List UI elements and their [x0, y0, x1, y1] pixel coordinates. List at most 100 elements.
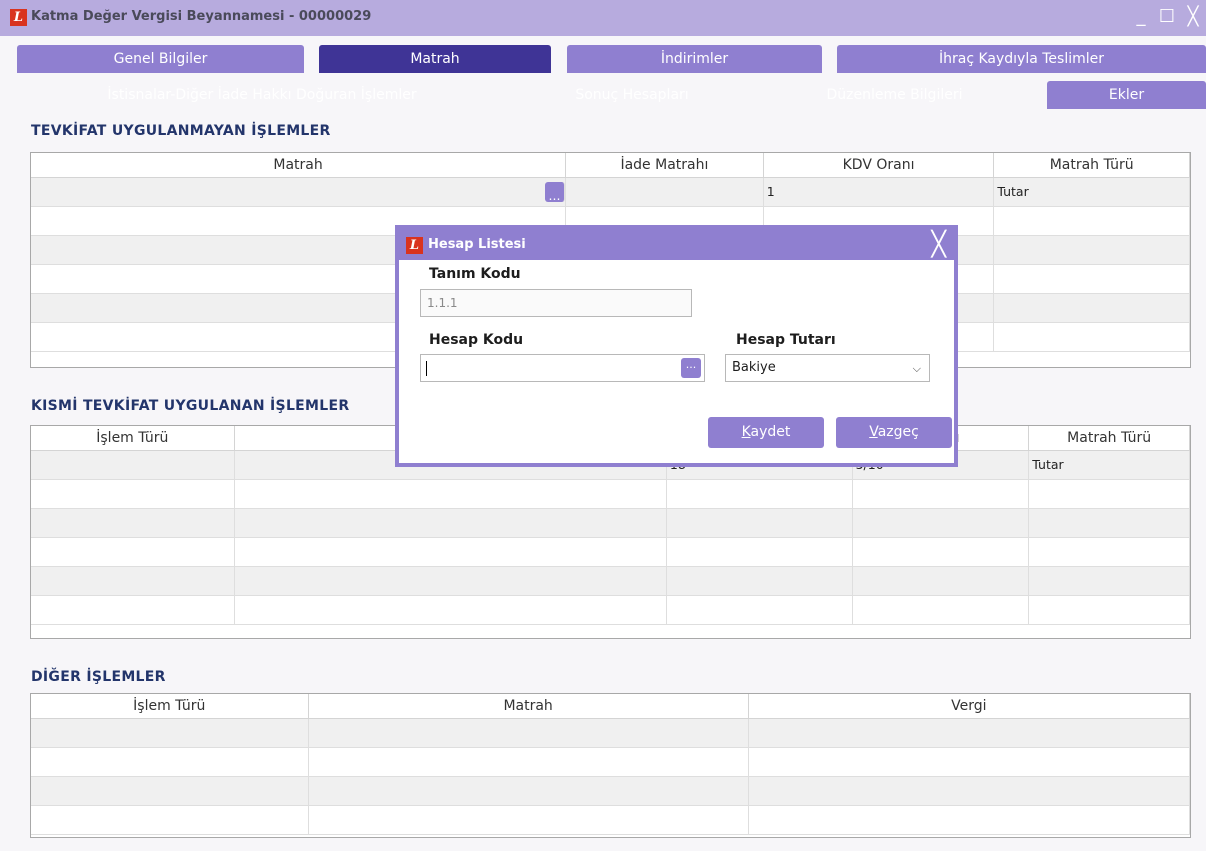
col-header-islem-turu[interactable]: İşlem Türü [31, 426, 235, 450]
cell[interactable] [31, 777, 309, 805]
cell[interactable] [309, 777, 749, 805]
cell[interactable] [31, 596, 235, 624]
cell[interactable] [667, 596, 853, 624]
table-header: İşlem Türü Matrah Vergi [31, 694, 1190, 719]
cell[interactable] [853, 538, 1030, 566]
cell[interactable] [667, 509, 853, 537]
col-header-matrah[interactable]: Matrah [31, 153, 567, 177]
cell[interactable] [1029, 567, 1190, 595]
col-header-matrah-turu[interactable]: Matrah Türü [994, 153, 1190, 177]
cell[interactable] [31, 538, 235, 566]
cell[interactable] [853, 567, 1030, 595]
kaydet-button[interactable]: Kaydet [708, 417, 824, 448]
col-header-kdv-orani[interactable]: KDV Oranı [764, 153, 995, 177]
cell[interactable] [994, 323, 1190, 351]
cell[interactable] [31, 567, 235, 595]
cell[interactable] [235, 480, 667, 508]
tab-separator [505, 81, 515, 86]
table-row[interactable] [31, 509, 1190, 538]
cell[interactable] [235, 538, 667, 566]
cell[interactable] [31, 748, 309, 776]
cell[interactable] [235, 509, 667, 537]
cell[interactable] [667, 538, 853, 566]
table-row[interactable] [31, 748, 1190, 777]
cell[interactable] [994, 236, 1190, 264]
tanim-kodu-field: 1.1.1 [420, 289, 692, 317]
table-row[interactable] [31, 777, 1190, 806]
cell[interactable] [667, 567, 853, 595]
table-row[interactable] [31, 538, 1190, 567]
tab-ihrac-kaydiyla-teslimler[interactable]: İhraç Kaydıyla Teslimler [837, 45, 1206, 73]
hesap-tutari-label: Hesap Tutarı [736, 332, 836, 348]
tab-ekler[interactable]: Ekler [1047, 81, 1206, 109]
tab-indirimler[interactable]: İndirimler [567, 45, 822, 73]
cell-iade-matrahi[interactable] [566, 178, 764, 206]
cell[interactable] [1029, 509, 1190, 537]
cell[interactable] [994, 207, 1190, 235]
cell[interactable] [31, 719, 309, 747]
cell[interactable] [235, 567, 667, 595]
cell[interactable] [1029, 480, 1190, 508]
hesap-kodu-input[interactable]: ... [420, 354, 705, 382]
dialog-body: Tanım Kodu 1.1.1 Hesap Kodu ... Hesap Tu… [399, 260, 954, 463]
cell[interactable] [853, 509, 1030, 537]
table-row[interactable] [31, 480, 1190, 509]
tab-genel-bilgiler[interactable]: Genel Bilgiler [17, 45, 304, 73]
cell[interactable] [749, 777, 1190, 805]
col-header-islem-turu[interactable]: İşlem Türü [31, 694, 309, 718]
lookup-button[interactable]: ... [545, 182, 565, 203]
cell[interactable] [749, 719, 1190, 747]
cell-matrah-turu[interactable]: Tutar [994, 178, 1190, 206]
tab-matrah[interactable]: Matrah [319, 45, 551, 73]
col-header-vergi[interactable]: Vergi [749, 694, 1190, 718]
section-title-diger-islemler: DİĞER İŞLEMLER [31, 669, 166, 685]
col-header-matrah[interactable]: Matrah [309, 694, 749, 718]
cell[interactable] [31, 806, 309, 834]
table-row[interactable] [31, 806, 1190, 835]
minimize-icon[interactable]: _ [1132, 6, 1150, 27]
cell[interactable] [853, 480, 1030, 508]
dialog-header[interactable]: L Hesap Listesi ╳ [399, 229, 954, 260]
cell[interactable] [309, 748, 749, 776]
cell[interactable] [31, 480, 235, 508]
cell[interactable] [853, 596, 1030, 624]
cell[interactable] [31, 509, 235, 537]
col-header-matrah-turu[interactable]: Matrah Türü [1029, 426, 1190, 450]
cell-kdv-orani[interactable]: 1 [764, 178, 995, 206]
hesap-kodu-label: Hesap Kodu [429, 332, 524, 348]
close-icon[interactable]: ╳ [932, 232, 946, 256]
window-title: Katma Değer Vergisi Beyannamesi - 000000… [31, 9, 372, 24]
tab-duzenleme-bilgileri[interactable]: Düzenleme Bilgileri [757, 81, 1032, 109]
cell-matrah-turu[interactable]: Tutar [1029, 451, 1190, 479]
maximize-icon[interactable]: ☐ [1158, 6, 1176, 27]
hesap-tutari-select[interactable]: Bakiye ⌵ [725, 354, 930, 382]
cell[interactable] [994, 265, 1190, 293]
cell[interactable] [309, 806, 749, 834]
cell[interactable] [309, 719, 749, 747]
hesap-kodu-lookup-button[interactable]: ... [681, 358, 701, 378]
vazgec-button[interactable]: Vazgeç [836, 417, 952, 448]
cell[interactable] [235, 596, 667, 624]
title-bar: L Katma Değer Vergisi Beyannamesi - 0000… [0, 0, 1206, 36]
chevron-down-icon: ⌵ [912, 362, 921, 375]
cell[interactable] [749, 806, 1190, 834]
tab-istisnalar[interactable]: İstisnalar-Diğer İade Hakkı Doğuran İşle… [17, 81, 507, 109]
tab-separator [755, 81, 765, 86]
tab-sonuc-hesaplari[interactable]: Sonuç Hesapları [507, 81, 757, 109]
table-row[interactable]: ... 1 Tutar [31, 178, 1190, 207]
app-logo-icon: L [406, 237, 423, 254]
cell[interactable] [667, 480, 853, 508]
section-title-tevkifat-uygulanmayan: TEVKİFAT UYGULANMAYAN İŞLEMLER [31, 123, 331, 139]
hesap-listesi-dialog: L Hesap Listesi ╳ Tanım Kodu 1.1.1 Hesap… [395, 225, 958, 467]
cell[interactable] [31, 451, 235, 479]
table-row[interactable] [31, 596, 1190, 625]
cell-matrah[interactable]: ... [31, 178, 567, 206]
table-row[interactable] [31, 719, 1190, 748]
table-row[interactable] [31, 567, 1190, 596]
cell[interactable] [1029, 538, 1190, 566]
cell[interactable] [749, 748, 1190, 776]
close-icon[interactable]: ╳ [1184, 6, 1202, 27]
cell[interactable] [994, 294, 1190, 322]
col-header-iade-matrahi[interactable]: İade Matrahı [566, 153, 764, 177]
cell[interactable] [1029, 596, 1190, 624]
